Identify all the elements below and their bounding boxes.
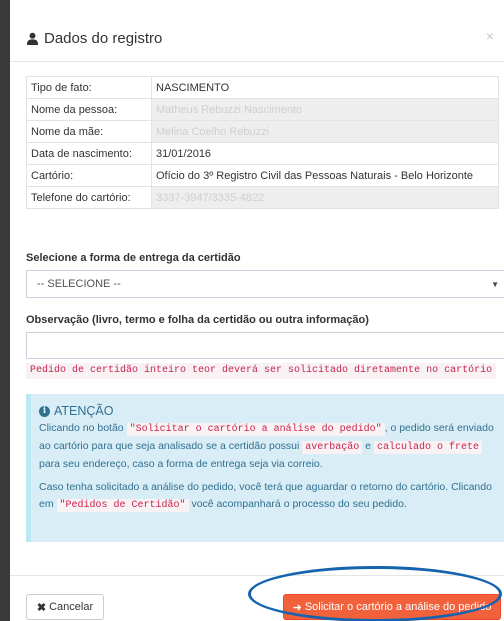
modal-dialog: Dados do registro × Tipo de fato: NASCIM… <box>10 0 504 621</box>
entrega-selected-value: -- SELECIONE -- <box>37 278 121 290</box>
cancel-button[interactable]: ✖ Cancelar <box>26 594 104 620</box>
row-value: Matheus Rebuzzi Nascimento <box>151 98 499 121</box>
alert-code: averbação <box>302 441 363 454</box>
table-row: Nome da mãe: Melina Coelho Rebuzzi <box>26 120 499 143</box>
alert-code: calculado o frete <box>373 441 482 454</box>
entrega-label: Selecione a forma de entrega da certidão <box>26 252 241 264</box>
table-row: Data de nascimento: 31/01/2016 <box>26 142 499 165</box>
row-label: Data de nascimento: <box>26 142 152 165</box>
submit-button-label: Solicitar o cartório a análise do pedido <box>304 601 492 613</box>
alert-title: i ATENÇÃO <box>39 404 500 418</box>
row-value: Ofício do 3º Registro Civil das Pessoas … <box>151 164 499 187</box>
alert-code: "Solicitar o cartório a análise do pedid… <box>126 423 385 436</box>
inteiro-teor-note: Pedido de certidão inteiro teor deverá s… <box>26 363 497 379</box>
submit-analysis-button[interactable]: ➜ Solicitar o cartório a análise do pedi… <box>283 594 501 620</box>
background-overlay <box>0 0 10 621</box>
modal-header: Dados do registro × <box>10 0 504 62</box>
modal-title-text: Dados do registro <box>44 30 163 47</box>
close-icon[interactable]: × <box>486 28 494 44</box>
alert-title-text: ATENÇÃO <box>54 404 114 418</box>
alert-paragraph: Clicando no botão "Solicitar o cartório … <box>39 420 500 473</box>
entrega-select[interactable]: -- SELECIONE -- ▼ <box>26 270 504 298</box>
row-label: Tipo de fato: <box>26 76 152 99</box>
registro-table: Tipo de fato: NASCIMENTO Nome da pessoa:… <box>26 76 499 209</box>
table-row: Nome da pessoa: Matheus Rebuzzi Nascimen… <box>26 98 499 121</box>
row-value: NASCIMENTO <box>151 76 499 99</box>
caret-down-icon: ▼ <box>491 279 499 289</box>
close-icon: ✖ <box>36 601 47 614</box>
info-icon: i <box>39 405 50 417</box>
alert-text: você acompanhará o processo do seu pedid… <box>188 498 407 510</box>
modal-footer: ✖ Cancelar ➜ Solicitar o cartório a anál… <box>10 575 504 621</box>
observacao-input[interactable] <box>26 332 504 359</box>
table-row: Cartório: Ofício do 3º Registro Civil da… <box>26 164 499 187</box>
row-label: Cartório: <box>26 164 152 187</box>
row-value: 3337-3947/3335-4822 <box>151 186 499 209</box>
atencao-alert: i ATENÇÃO Clicando no botão "Solicitar o… <box>26 394 504 542</box>
observacao-label: Observação (livro, termo e folha da cert… <box>26 314 369 326</box>
modal-title: Dados do registro <box>26 30 162 47</box>
table-row: Telefone do cartório: 3337-3947/3335-482… <box>26 186 499 209</box>
user-icon <box>26 32 39 45</box>
row-value: 31/01/2016 <box>151 142 499 165</box>
alert-code: "Pedidos de Certidão" <box>56 499 189 512</box>
arrow-right-icon: ➜ <box>292 601 302 614</box>
table-row: Tipo de fato: NASCIMENTO <box>26 76 499 99</box>
alert-paragraph: Caso tenha solicitado a análise do pedid… <box>39 479 500 514</box>
alert-text: para seu endereço, caso a forma de entre… <box>39 458 323 470</box>
row-value: Melina Coelho Rebuzzi <box>151 120 499 143</box>
alert-text: Clicando no botão <box>39 422 127 434</box>
cancel-button-label: Cancelar <box>49 601 94 613</box>
row-label: Nome da mãe: <box>26 120 152 143</box>
alert-text: e <box>362 440 374 452</box>
row-label: Telefone do cartório: <box>26 186 152 209</box>
row-label: Nome da pessoa: <box>26 98 152 121</box>
